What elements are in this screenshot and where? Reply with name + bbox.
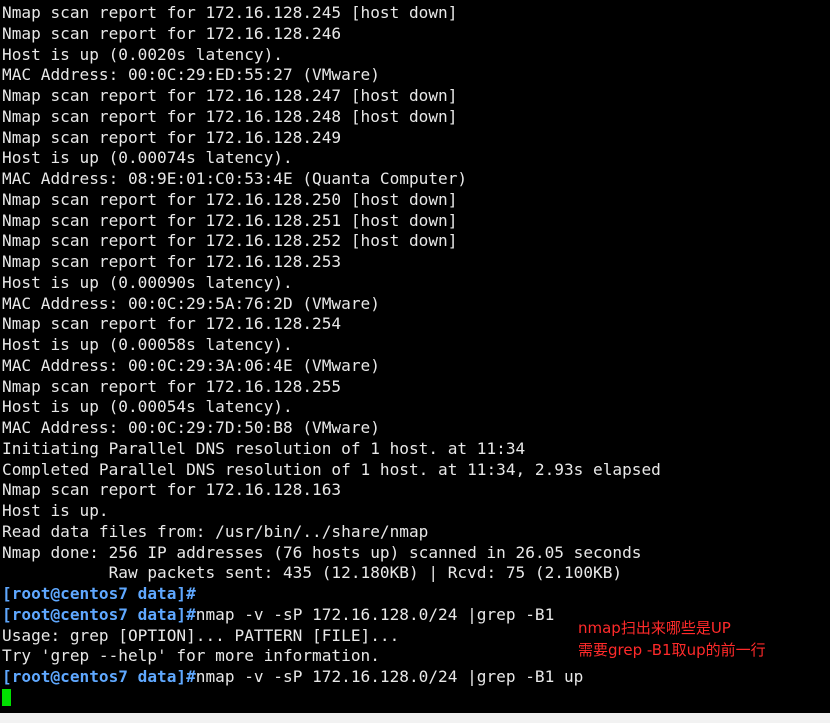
output-line: MAC Address: 08:9E:01:C0:53:4E (Quanta C… xyxy=(2,169,468,188)
output-line: Nmap scan report for 172.16.128.248 [hos… xyxy=(2,106,458,126)
prompt-line: [root@centos7 data]#nmap -v -sP 172.16.1… xyxy=(2,667,661,688)
grep-help-line: Try 'grep --help' for more information. xyxy=(2,646,380,666)
output-line: Host is up (0.00074s latency). xyxy=(2,148,293,168)
shell-prompt: [root@centos7 data]# xyxy=(2,584,196,603)
output-line: Completed Parallel DNS resolution of 1 h… xyxy=(2,459,661,479)
output-line: Host is up (0.00058s latency). xyxy=(2,335,293,354)
output-line: Nmap done: 256 IP addresses (76 hosts up… xyxy=(2,542,642,562)
output-line: Initiating Parallel DNS resolution of 1 … xyxy=(2,438,526,458)
prompt-line: [root@centos7 data]# xyxy=(2,584,661,605)
output-line: MAC Address: 00:0C:29:3A:06:4E (VMware) xyxy=(2,355,380,375)
output-line: Nmap scan report for 172.16.128.250 [hos… xyxy=(2,189,458,209)
output-line: Host is up. xyxy=(2,501,109,520)
command-text: nmap -v -sP 172.16.128.0/24 |grep -B1 up xyxy=(195,667,584,686)
cursor-line[interactable] xyxy=(2,688,661,709)
output-line: Host is up (0.0020s latency). xyxy=(2,44,283,64)
output-line: MAC Address: 00:0C:29:ED:55:27 (VMware) xyxy=(2,65,380,85)
output-line: Raw packets sent: 435 (12.180KB) | Rcvd:… xyxy=(2,563,623,583)
output-line: Host is up (0.00054s latency). xyxy=(2,397,293,417)
output-line: Nmap scan report for 172.16.128.255 xyxy=(2,376,342,396)
output-line: Nmap scan report for 172.16.128.251 [hos… xyxy=(2,210,458,230)
terminal-cursor[interactable] xyxy=(2,688,11,706)
output-line: Nmap scan report for 172.16.128.247 [hos… xyxy=(2,86,458,105)
output-line: Nmap scan report for 172.16.128.253 xyxy=(2,252,342,271)
output-line: Nmap scan report for 172.16.128.252 [hos… xyxy=(2,231,458,251)
terminal-window[interactable]: Nmap scan report for 172.16.128.245 [hos… xyxy=(0,0,830,713)
output-line: Nmap scan report for 172.16.128.254 xyxy=(2,314,342,334)
output-line: Nmap scan report for 172.16.128.245 [hos… xyxy=(2,3,458,22)
output-line: Nmap scan report for 172.16.128.249 xyxy=(2,127,342,147)
command-text: nmap -v -sP 172.16.128.0/24 |grep -B1 xyxy=(195,604,555,624)
annotation-line-1: nmap扫出来哪些是UP xyxy=(578,619,731,637)
output-line: MAC Address: 00:0C:29:5A:76:2D (VMware) xyxy=(2,293,380,313)
terminal-output: Nmap scan report for 172.16.128.245 [hos… xyxy=(2,3,661,709)
output-line: Read data files from: /usr/bin/../share/… xyxy=(2,521,429,541)
output-line: Nmap scan report for 172.16.128.163 xyxy=(2,480,342,500)
output-line: MAC Address: 00:0C:29:7D:50:B8 (VMware) xyxy=(2,418,380,437)
output-line: Nmap scan report for 172.16.128.246 xyxy=(2,23,342,43)
prompt-line: [root@centos7 data]#nmap -v -sP 172.16.1… xyxy=(2,605,661,626)
red-annotation: nmap扫出来哪些是UP 需要grep -B1取up的前一行 xyxy=(578,617,766,661)
shell-prompt: [root@centos7 data]# xyxy=(2,604,196,624)
annotation-line-2: 需要grep -B1取up的前一行 xyxy=(578,641,766,659)
output-line: Host is up (0.00090s latency). xyxy=(2,272,293,292)
grep-usage-line: Usage: grep [OPTION]... PATTERN [FILE]..… xyxy=(2,625,400,645)
shell-prompt: [root@centos7 data]# xyxy=(2,667,196,686)
window-bottom-edge xyxy=(0,713,830,723)
